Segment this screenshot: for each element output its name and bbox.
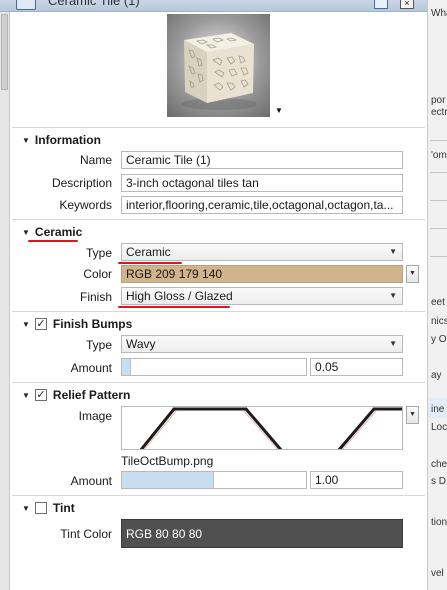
- material-icon: [16, 0, 36, 10]
- background-text: por: [431, 95, 446, 106]
- section-title: Relief Pattern: [52, 388, 131, 402]
- dropdown-value: Wavy: [126, 337, 156, 351]
- ceramic-type-dropdown[interactable]: Ceramic ▼: [121, 243, 403, 261]
- slider-fill: [122, 359, 131, 375]
- background-text: Wha: [431, 8, 447, 19]
- duplicate-icon[interactable]: [374, 0, 388, 9]
- chevron-down-icon: ▼: [409, 411, 416, 418]
- finish-label: Finish: [79, 290, 112, 304]
- collapse-triangle-icon[interactable]: ▼: [22, 228, 30, 237]
- name-label: Name: [79, 153, 112, 167]
- chevron-down-icon: ▼: [409, 270, 416, 277]
- tint-checkbox[interactable]: [34, 502, 47, 514]
- description-label: Description: [51, 176, 112, 190]
- tint-color-swatch[interactable]: RGB 80 80 80: [121, 519, 403, 548]
- bump-type-label: Type: [85, 338, 112, 352]
- chevron-down-icon: ▼: [389, 339, 397, 348]
- background-text: che: [431, 459, 447, 470]
- color-options-button[interactable]: ▼: [406, 265, 419, 283]
- section-ceramic-header[interactable]: ▼ Ceramic: [22, 225, 82, 239]
- image-options-button[interactable]: ▼: [406, 406, 419, 424]
- keywords-label: Keywords: [59, 198, 112, 212]
- background-text: vel: [431, 568, 444, 579]
- bump-amount-label: Amount: [70, 361, 112, 375]
- section-finish-bumps-header[interactable]: ▼ ✓ Finish Bumps: [22, 317, 132, 331]
- background-text: ine: [431, 404, 445, 415]
- section-title: Ceramic: [34, 225, 83, 239]
- octagon-bump-pattern: [139, 407, 402, 449]
- divider: [12, 382, 425, 383]
- window-titlebar: Ceramic Tile (1) ×: [0, 0, 427, 12]
- background-window: Wha por ectr 'om eet nics y O ay ine Loc…: [427, 0, 447, 590]
- collapse-triangle-icon[interactable]: ▼: [22, 504, 30, 513]
- keywords-field[interactable]: interior,flooring,ceramic,tile,octagonal…: [121, 196, 403, 214]
- description-field[interactable]: 3-inch octagonal tiles tan: [121, 174, 403, 192]
- material-preview[interactable]: [167, 14, 270, 117]
- type-label: Type: [85, 246, 112, 260]
- divider: [12, 127, 425, 128]
- annotation-underline: [118, 306, 230, 308]
- finish-bumps-checkbox[interactable]: ✓: [34, 318, 47, 330]
- background-text: ay: [431, 370, 442, 381]
- background-text: Loc: [431, 422, 447, 433]
- close-icon[interactable]: ×: [400, 0, 414, 9]
- relief-amount-label: Amount: [70, 474, 112, 488]
- annotation-underline: [28, 240, 78, 242]
- chevron-down-icon: ▼: [389, 291, 397, 300]
- background-text: eet: [431, 297, 445, 308]
- dropdown-value: Ceramic: [126, 245, 171, 259]
- slider-fill: [122, 472, 214, 488]
- dropdown-value: High Gloss / Glazed: [126, 289, 233, 303]
- ceramic-color-swatch[interactable]: RGB 209 179 140: [121, 265, 403, 283]
- divider: [12, 219, 425, 220]
- divider: [12, 495, 425, 496]
- scrollbar-thumb[interactable]: [1, 14, 8, 90]
- background-text: y O: [431, 334, 447, 345]
- left-scrollbar[interactable]: [0, 12, 10, 590]
- background-text: ectr: [431, 107, 447, 118]
- annotation-underline: [118, 262, 182, 264]
- background-text: 'om: [431, 150, 447, 161]
- tint-color-label: Tint Color: [60, 527, 112, 541]
- section-title: Finish Bumps: [52, 317, 133, 331]
- collapse-triangle-icon[interactable]: ▼: [22, 391, 30, 400]
- window-title: Ceramic Tile (1): [48, 0, 140, 8]
- bump-amount-field[interactable]: 0.05: [310, 358, 403, 376]
- chevron-down-icon: ▼: [389, 247, 397, 256]
- section-tint-header[interactable]: ▼ Tint: [22, 501, 75, 515]
- relief-image-thumbnail[interactable]: [121, 406, 403, 450]
- collapse-triangle-icon[interactable]: ▼: [22, 320, 30, 329]
- divider: [12, 311, 425, 312]
- background-text: nics: [431, 316, 447, 327]
- section-title: Information: [34, 133, 101, 147]
- background-text: s D: [431, 476, 446, 487]
- finish-dropdown[interactable]: High Gloss / Glazed ▼: [121, 287, 403, 305]
- name-field[interactable]: Ceramic Tile (1): [121, 151, 403, 169]
- relief-amount-slider[interactable]: [121, 471, 307, 489]
- background-text: tion: [431, 517, 447, 528]
- color-label: Color: [83, 267, 112, 281]
- bump-amount-slider[interactable]: [121, 358, 307, 376]
- relief-amount-field[interactable]: 1.00: [310, 471, 403, 489]
- image-label: Image: [78, 409, 112, 423]
- section-relief-pattern-header[interactable]: ▼ ✓ Relief Pattern: [22, 388, 130, 402]
- section-title: Tint: [52, 501, 75, 515]
- preview-options-arrow-icon[interactable]: ▼: [275, 106, 283, 115]
- image-filename: TileOctBump.png: [121, 454, 214, 468]
- bump-type-dropdown[interactable]: Wavy ▼: [121, 335, 403, 353]
- ceramic-cube-image: [181, 33, 257, 110]
- section-information-header[interactable]: ▼ Information: [22, 133, 101, 147]
- collapse-triangle-icon[interactable]: ▼: [22, 136, 30, 145]
- relief-pattern-checkbox[interactable]: ✓: [34, 389, 47, 401]
